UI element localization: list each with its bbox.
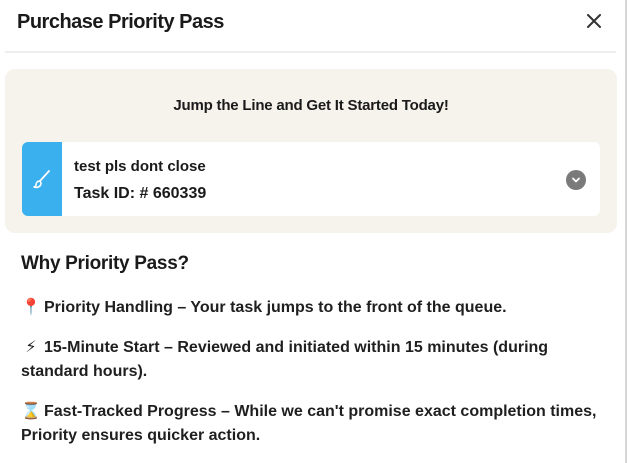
benefit-text: 15-Minute Start – Reviewed and initiated… (21, 339, 549, 380)
task-expand-button[interactable] (566, 170, 586, 190)
benefit-text: Priority Handling – Your task jumps to t… (44, 299, 507, 316)
lightning-icon: ⚡ (25, 339, 37, 356)
close-button[interactable] (583, 10, 605, 32)
header-divider (5, 51, 616, 53)
promo-heading: Jump the Line and Get It Started Today! (173, 97, 449, 114)
benefit-fast-start: ⚡ 15-Minute Start – Reviewed and initiate… (21, 336, 606, 384)
task-id: Task ID: # 660339 (74, 185, 207, 202)
task-icon-box (22, 142, 62, 216)
close-icon (587, 14, 601, 28)
task-card[interactable]: test pls dont close Task ID: # 660339 (22, 142, 600, 216)
benefit-fast-tracked: ⌛ Fast-Tracked Progress – While we can't … (21, 400, 606, 448)
pin-icon: 📍 (21, 299, 41, 316)
promo-panel: Jump the Line and Get It Started Today! … (5, 69, 617, 233)
why-heading: Why Priority Pass? (21, 253, 189, 274)
paintbrush-icon (33, 170, 50, 189)
task-name: test pls dont close (74, 158, 206, 175)
benefit-text: Fast-Tracked Progress – While we can't p… (21, 403, 597, 444)
hourglass-icon: ⌛ (21, 403, 41, 420)
modal-header: Purchase Priority Pass (0, 0, 625, 50)
modal-title: Purchase Priority Pass (17, 11, 224, 33)
chevron-down-icon (572, 177, 580, 183)
benefit-priority-handling: 📍 Priority Handling – Your task jumps to … (21, 296, 606, 320)
